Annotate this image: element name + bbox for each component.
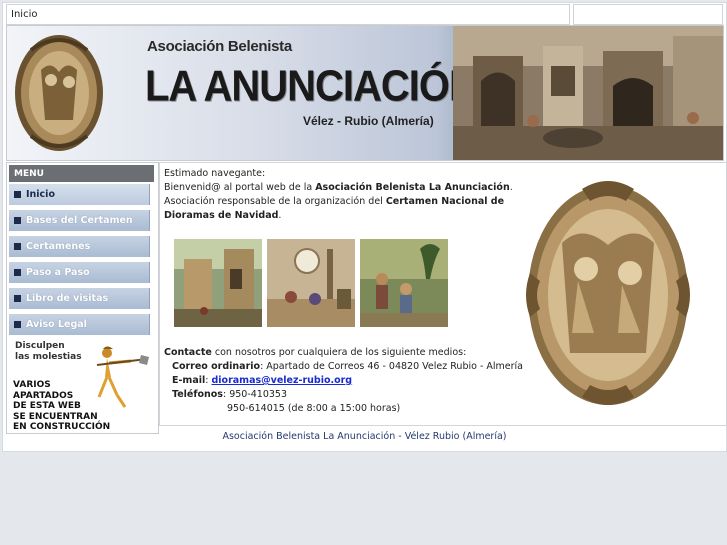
menu-item-label: Paso a Paso	[26, 267, 90, 278]
bullet-icon	[14, 243, 21, 250]
diorama-thumbnail-2	[267, 239, 355, 327]
menu-item-libro-de-visitas[interactable]: Libro de visitas	[9, 288, 150, 309]
page-container: Inicio Asociación Belenista LA ANUNCIACI…	[2, 2, 727, 452]
welcome-suffix: .	[509, 182, 513, 193]
bullet-icon	[14, 191, 21, 198]
menu-item-label: Inicio	[26, 189, 55, 200]
contact-intro: Contacte con nosotros por cualquiera de …	[164, 347, 466, 358]
main-content: Estimado navegante: Bienvenid@ al portal…	[159, 162, 727, 426]
responsibility-suffix: .	[278, 210, 282, 221]
phone-row: Teléfonos: 950-410353	[172, 389, 287, 400]
header-right-box	[573, 4, 723, 25]
notice-text: SE ENCUENTRAN	[13, 411, 98, 422]
phone-label: Teléfonos	[172, 389, 223, 400]
phone-value-2: 950-614015 (de 8:00 a 15:00 horas)	[227, 403, 401, 414]
banner-subtitle: Asociación Belenista	[147, 38, 292, 55]
postal-label: Correo ordinario	[172, 361, 261, 372]
menu-item-aviso-legal[interactable]: Aviso Legal	[9, 314, 150, 335]
menu-item-certamenes[interactable]: Certamenes	[9, 236, 150, 257]
banner-title: LA ANUNCIACIÓN	[145, 62, 478, 111]
breadcrumb: Inicio	[6, 4, 570, 25]
postal-value: : Apartado de Correos 46 - 04820 Velez R…	[260, 361, 523, 372]
bullet-icon	[14, 321, 21, 328]
diorama-thumbnail-1	[174, 239, 262, 327]
footer-text: Asociación Belenista La Anunciación - Vé…	[222, 431, 507, 442]
responsibility-text: Asociación responsable de la organizació…	[164, 196, 504, 207]
contest-name-part1: Certamen Nacional de	[385, 196, 505, 207]
bullet-icon	[14, 269, 21, 276]
menu-item-label: Certamenes	[26, 241, 91, 252]
banner-location: Vélez - Rubio (Almería)	[303, 114, 434, 128]
welcome-text: Bienvenid@ al portal web de la Asociació…	[164, 182, 513, 193]
construction-worker-icon	[96, 346, 149, 408]
contact-intro-text: con nosotros por cualquiera de los sigui…	[211, 347, 467, 358]
banner-diorama-photo	[453, 26, 723, 160]
greeting-text: Estimado navegante:	[164, 168, 266, 179]
menu-header-label: MENU	[14, 169, 44, 179]
diorama-thumbnail-3	[360, 239, 448, 327]
menu-item-label: Bases del Certamen	[26, 215, 133, 226]
email-row: E-mail: dioramas@velez-rubio.org	[172, 375, 352, 386]
email-link[interactable]: dioramas@velez-rubio.org	[212, 375, 353, 386]
bullet-icon	[14, 217, 21, 224]
responsibility-prefix: Asociación responsable de la organizació…	[164, 196, 386, 207]
sidebar: MENU Inicio Bases del Certamen Certamene…	[6, 162, 159, 434]
menu-header: MENU	[9, 165, 154, 182]
contact-label: Contacte	[164, 347, 212, 358]
email-label: E-mail	[172, 375, 206, 386]
menu-item-label: Aviso Legal	[26, 319, 87, 330]
header-banner: Asociación Belenista LA ANUNCIACIÓN Véle…	[6, 25, 724, 161]
breadcrumb-home-link[interactable]: Inicio	[11, 9, 37, 20]
menu-item-label: Libro de visitas	[26, 293, 109, 304]
nativity-carving-image	[526, 181, 690, 405]
bullet-icon	[14, 295, 21, 302]
notice-line-1: Disculpen	[15, 341, 65, 351]
phone-value-1: : 950-410353	[222, 389, 288, 400]
postal-address: Correo ordinario: Apartado de Correos 46…	[172, 361, 523, 372]
welcome-prefix: Bienvenid@ al portal web de la	[164, 182, 316, 193]
seal-logo	[15, 35, 103, 151]
menu-item-paso-a-paso[interactable]: Paso a Paso	[9, 262, 150, 283]
construction-notice: Disculpen las molestias VARIOS APARTADOS…	[11, 339, 153, 432]
association-name: Asociación Belenista La Anunciación	[315, 182, 510, 193]
menu-item-inicio[interactable]: Inicio	[9, 184, 150, 205]
contest-name-part2: Dioramas de Navidad	[164, 210, 279, 221]
notice-line-2: las molestias	[15, 352, 82, 362]
responsibility-text-cont: Dioramas de Navidad.	[164, 210, 281, 221]
menu-item-bases-del-certamen[interactable]: Bases del Certamen	[9, 210, 150, 231]
